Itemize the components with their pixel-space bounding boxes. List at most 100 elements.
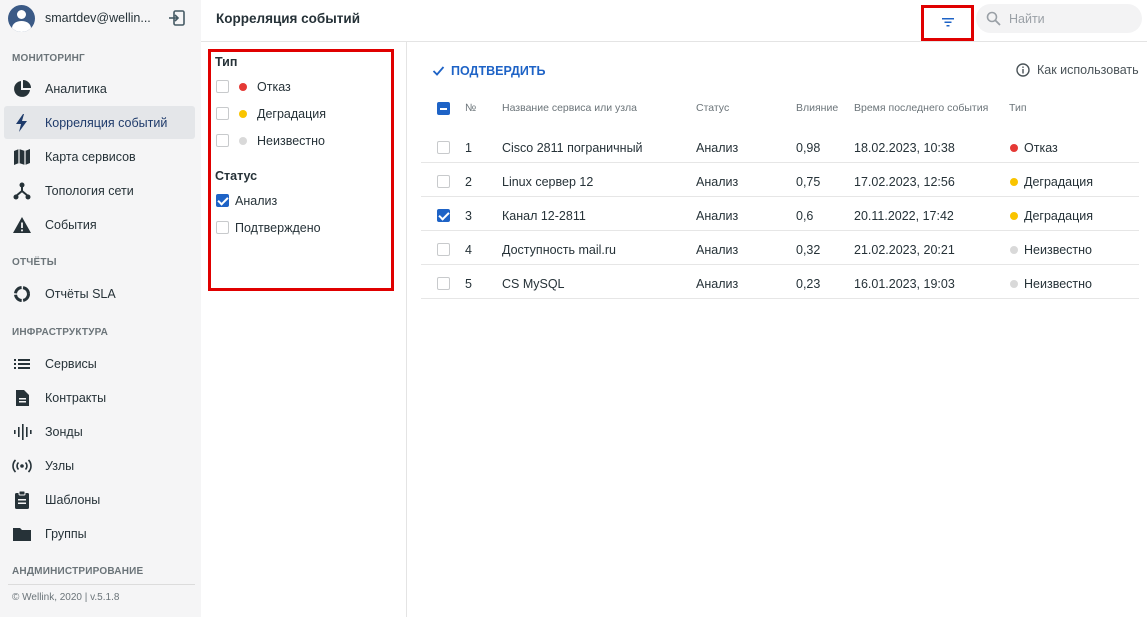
column-header-type[interactable]: Тип [1009,102,1027,114]
filter-button[interactable] [921,5,974,41]
sidebar-item-label: Сервисы [45,357,97,371]
checkbox[interactable] [216,80,229,93]
filter-option-label: Подтверждено [235,221,321,235]
sidebar-item-label: Аналитика [45,82,107,96]
checkbox[interactable] [216,107,229,120]
cell-status: Анализ [696,243,739,257]
lightning-icon [16,114,27,132]
filter-option-label: Анализ [235,194,278,208]
row-checkbox[interactable] [437,175,450,188]
cell-type: Отказ [1024,141,1058,155]
panel-divider [406,42,407,617]
sidebar-item-templates[interactable]: Шаблоны [4,483,195,516]
how-to-use-label: Как использовать [1037,63,1139,77]
sidebar-item-label: Шаблоны [45,493,101,507]
avatar[interactable] [8,5,35,32]
checkbox[interactable] [216,134,229,147]
cell-num: 1 [465,141,472,155]
column-header-num[interactable]: № [465,102,476,114]
sidebar-item-sla-reports[interactable]: Отчёты SLA [4,277,195,310]
table-row[interactable]: 3 Канал 12-2811 Анализ 0,6 20.11.2022, 1… [421,197,1139,231]
section-monitoring: МОНИТОРИНГ [12,53,85,64]
sidebar-item-analytics[interactable]: Аналитика [4,72,195,105]
failure-status-dot [239,83,247,91]
cell-status: Анализ [696,141,739,155]
degradation-status-dot [239,110,247,118]
column-header-name[interactable]: Название сервиса или узла [502,102,637,114]
sidebar-item-correlation[interactable]: Корреляция событий [4,106,195,139]
filter-option-label: Деградация [257,107,327,121]
degradation-status-dot [1010,178,1018,186]
cell-type: Деградация [1024,209,1094,223]
table-row[interactable]: 5 CS MySQL Анализ 0,23 16.01.2023, 19:03… [421,265,1139,299]
cell-num: 2 [465,175,472,189]
section-reports: ОТЧЁТЫ [12,257,57,268]
cell-status: Анализ [696,277,739,291]
cell-impact: 0,6 [796,209,814,223]
cell-time: 17.02.2023, 12:56 [854,175,955,189]
document-icon [16,390,29,406]
cell-time: 18.02.2023, 10:38 [854,141,955,155]
sidebar-item-contracts[interactable]: Контракты [4,381,195,414]
search-input[interactable]: Найти [976,4,1142,33]
table-row[interactable]: 2 Linux сервер 12 Анализ 0,75 17.02.2023… [421,163,1139,197]
donut-chart-icon [14,286,30,302]
cell-name: Доступность mail.ru [502,243,617,257]
sidebar-item-probes[interactable]: Зонды [4,415,195,448]
row-divider [421,298,1139,299]
signal-bars-icon [14,424,32,440]
cell-name: Канал 12-2811 [502,209,586,223]
version-footer: © Wellink, 2020 | v.5.1.8 [12,592,120,603]
cell-name: Linux сервер 12 [502,175,594,189]
cell-type: Неизвестно [1024,243,1092,257]
sidebar-item-label: События [45,218,97,232]
filter-status-title: Статус [215,169,258,183]
clipboard-icon [15,490,29,509]
row-checkbox[interactable] [437,277,450,290]
cell-impact: 0,98 [796,141,821,155]
row-checkbox[interactable] [437,141,450,154]
sidebar-item-label: Группы [45,527,87,541]
filter-type-title: Тип [215,55,238,69]
cell-impact: 0,32 [796,243,821,257]
cell-time: 16.01.2023, 19:03 [854,277,955,291]
sidebar-item-label: Корреляция событий [45,116,168,130]
check-icon [432,66,445,76]
sidebar-item-topology[interactable]: Топология сети [4,174,195,207]
sidebar-item-groups[interactable]: Группы [4,517,195,550]
unknown-status-dot [1010,246,1018,254]
row-checkbox[interactable] [437,243,450,256]
logout-icon[interactable] [168,9,186,27]
sidebar-item-nodes[interactable]: Узлы [4,449,195,482]
table-row[interactable]: 4 Доступность mail.ru Анализ 0,32 21.02.… [421,231,1139,265]
checkbox-checked[interactable] [216,194,229,207]
column-header-impact[interactable]: Влияние [796,102,838,114]
warning-icon [13,217,31,233]
column-header-status[interactable]: Статус [696,102,729,114]
cell-time: 20.11.2022, 17:42 [854,209,954,223]
sidebar-item-events[interactable]: События [4,208,195,241]
search-placeholder: Найти [1009,12,1045,26]
degradation-status-dot [1010,212,1018,220]
cell-name: Cisco 2811 пограничный [502,141,643,155]
cell-num: 4 [465,243,472,257]
sidebar-item-service-map[interactable]: Карта сервисов [4,140,195,173]
pie-chart-icon [14,80,31,97]
column-header-last-event[interactable]: Время последнего события [854,102,988,114]
list-icon [14,359,30,369]
checkbox[interactable] [216,221,229,234]
search-icon [986,11,1001,26]
cell-num: 5 [465,277,472,291]
cell-time: 21.02.2023, 20:21 [854,243,955,257]
header-divider [201,41,1147,42]
sidebar-item-services[interactable]: Сервисы [4,347,195,380]
cell-type: Деградация [1024,175,1094,189]
row-checkbox-checked[interactable] [437,209,450,222]
cell-status: Анализ [696,175,739,189]
cell-type: Неизвестно [1024,277,1092,291]
sidebar-divider [8,584,195,585]
table-row[interactable]: 1 Cisco 2811 пограничный Анализ 0,98 18.… [421,129,1139,163]
broadcast-icon [12,459,32,473]
sidebar-item-label: Карта сервисов [45,150,136,164]
select-all-checkbox[interactable] [437,102,450,115]
